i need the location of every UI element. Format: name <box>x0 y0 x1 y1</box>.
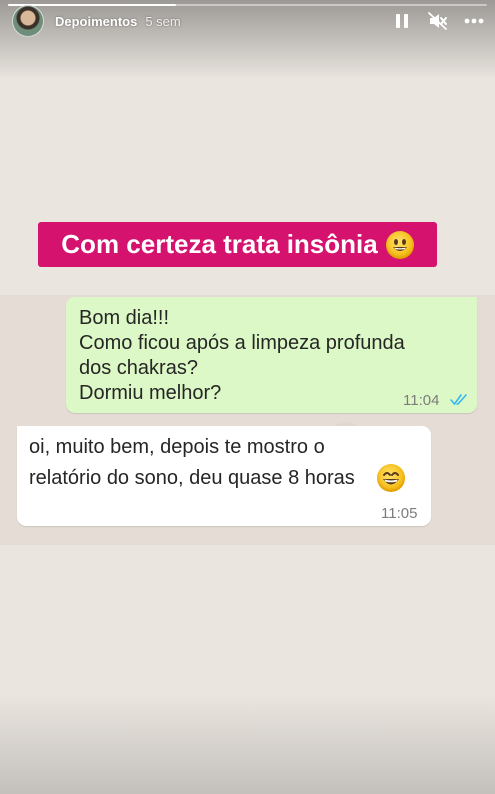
message-line: dos chakras? <box>79 357 198 379</box>
caption-text: Com certeza trata insônia <box>61 229 378 259</box>
more-horizontal-icon[interactable] <box>463 10 485 32</box>
message-timestamp: 11:05 <box>381 505 418 522</box>
speaker-muted-icon[interactable] <box>427 10 449 32</box>
grinning-face-smiling-eyes-emoji <box>377 464 405 492</box>
incoming-message-bubble: oi, muito bem, depois te mostro o relató… <box>17 426 431 526</box>
story-header: Depoimentos 5 sem <box>12 5 485 37</box>
pause-icon[interactable] <box>391 10 413 32</box>
message-line: Como ficou após a limpeza profunda <box>79 332 405 354</box>
story-caption: Com certeza trata insônia <box>38 222 437 267</box>
message-timestamp: 11:04 <box>403 392 440 409</box>
outgoing-message-bubble: Bom dia!!! Como ficou após a limpeza pro… <box>66 297 477 413</box>
message-line: Bom dia!!! <box>79 307 170 329</box>
message-line: Dormiu melhor? <box>79 382 222 404</box>
message-line: relatório do sono, deu quase 8 horas <box>29 467 355 489</box>
double-check-icon <box>450 393 470 411</box>
avatar[interactable] <box>12 5 44 37</box>
story-time-ago: 5 sem <box>145 13 181 29</box>
bottom-gradient <box>0 694 495 794</box>
grinning-face-emoji <box>385 230 414 259</box>
story-controls <box>391 10 485 32</box>
account-name[interactable]: Depoimentos <box>55 14 137 29</box>
message-line: oi, muito bem, depois te mostro o <box>29 436 325 458</box>
